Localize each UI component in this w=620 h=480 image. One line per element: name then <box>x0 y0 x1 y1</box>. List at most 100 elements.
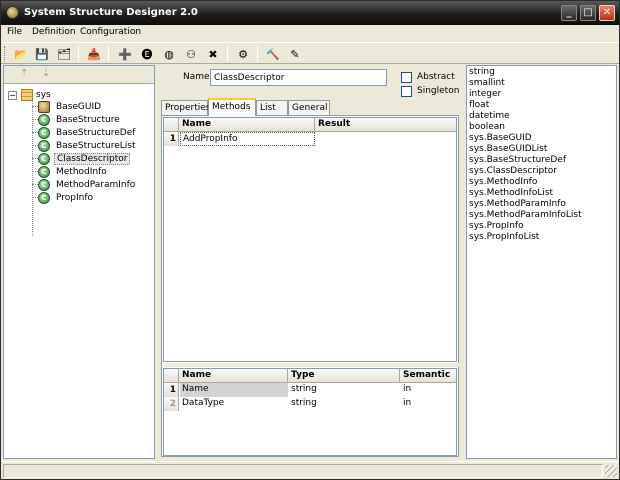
menu-definition[interactable]: Definition <box>32 27 76 37</box>
tree-node-methodparaminfo[interactable]: C MethodParamInfo <box>38 178 137 191</box>
list-item[interactable]: sys.ClassDescriptor <box>469 166 557 176</box>
tree-root-label: sys <box>36 90 51 100</box>
param-name-cell[interactable]: DataType <box>180 397 288 411</box>
list-item[interactable]: sys.MethodInfo <box>469 177 537 187</box>
menu-file[interactable]: File <box>7 27 22 37</box>
abstract-checkbox[interactable] <box>401 72 412 83</box>
namespace-icon <box>21 89 33 101</box>
collapse-icon[interactable]: − <box>8 90 17 100</box>
class-icon: C <box>38 165 50 178</box>
open-folder-icon[interactable]: 📂 <box>13 46 29 62</box>
param-semantic-cell[interactable]: in <box>401 383 456 397</box>
toolbar-separator <box>257 46 258 62</box>
method-result-cell[interactable] <box>316 132 456 146</box>
class-editor: Name Abstract Singleton Properties Metho… <box>159 65 464 459</box>
move-up-icon[interactable]: ⇡ <box>20 68 28 79</box>
add-enum-icon[interactable]: 🅔 <box>139 46 155 62</box>
param-type-cell[interactable]: string <box>289 383 400 397</box>
class-icon: C <box>38 191 50 204</box>
save-all-icon[interactable]: 🗂 <box>56 46 72 62</box>
close-button[interactable]: ✕ <box>599 5 615 21</box>
maximize-button[interactable]: □ <box>580 5 596 21</box>
table-row[interactable]: 1 Name string in <box>164 383 456 397</box>
tree-node-propinfo[interactable]: C PropInfo <box>38 191 95 204</box>
tree-node-classdescriptor[interactable]: C ClassDescriptor <box>38 152 131 165</box>
class-name-input[interactable] <box>210 69 387 86</box>
toolbar-grip[interactable] <box>4 46 7 62</box>
singleton-checkbox[interactable] <box>401 86 412 97</box>
table-row[interactable]: 2 DataType string in <box>164 397 456 411</box>
status-field <box>3 464 603 478</box>
column-header-result[interactable]: Result <box>315 118 456 132</box>
tree-node-baseguid[interactable]: BaseGUID <box>38 100 103 113</box>
list-item[interactable]: sys.PropInfoList <box>469 232 539 242</box>
clear-icon[interactable]: ✎ <box>287 46 303 62</box>
tree-guide-line <box>32 100 33 236</box>
param-semantic-cell[interactable]: in <box>401 397 456 411</box>
structure-tree-panel: ⇡ ⇣ − sys BaseGUID C BaseStructure C Bas… <box>3 65 155 459</box>
tab-methods[interactable]: Methods <box>208 98 256 116</box>
tree-node-basestructuredef[interactable]: C BaseStructureDef <box>38 126 137 139</box>
app-logo-icon <box>6 6 19 19</box>
list-item[interactable]: sys.MethodParamInfo <box>469 199 566 209</box>
list-item[interactable]: sys.MethodInfoList <box>469 188 553 198</box>
column-header-name[interactable]: Name <box>179 118 315 132</box>
tab-properties[interactable]: Properties <box>161 100 210 115</box>
import-icon[interactable]: 📥 <box>86 46 102 62</box>
add-interface-icon[interactable]: ◍ <box>161 46 177 62</box>
add-class-icon[interactable]: ➕ <box>117 46 133 62</box>
save-icon[interactable]: 💾 <box>34 46 50 62</box>
tab-list[interactable]: List <box>256 100 288 115</box>
tree-node-label: BaseStructureList <box>56 140 136 151</box>
table-row[interactable]: 1 AddPropInfo <box>164 132 456 146</box>
row-number: 1 <box>164 132 179 146</box>
minimize-button[interactable]: _ <box>561 5 577 21</box>
list-item[interactable]: datetime <box>469 111 510 121</box>
tree-toolbar: ⇡ ⇣ <box>4 66 154 84</box>
method-name-cell[interactable]: AddPropInfo <box>180 132 315 146</box>
tree-node-label: PropInfo <box>56 192 94 203</box>
structure-icon[interactable]: ⚇ <box>183 46 199 62</box>
param-type-cell[interactable]: string <box>289 397 400 411</box>
column-header-semantic[interactable]: Semantic <box>400 369 456 383</box>
generate-icon[interactable]: ⚙ <box>235 46 251 62</box>
param-name-cell[interactable]: Name <box>180 383 288 397</box>
tree-node-label: BaseStructureDef <box>56 127 136 138</box>
list-item[interactable]: sys.BaseStructureDef <box>469 155 566 165</box>
class-icon: C <box>38 152 50 165</box>
toolbar: 📂 💾 🗂 📥 ➕ 🅔 ◍ ⚇ ✖ ⚙ 🔨 ✎ <box>1 42 619 64</box>
class-icon: C <box>38 139 50 152</box>
move-down-icon[interactable]: ⇣ <box>42 68 50 79</box>
class-icon: C <box>38 126 50 139</box>
list-item[interactable]: integer <box>469 89 501 99</box>
toolbar-separator <box>78 46 79 62</box>
column-header-type[interactable]: Type <box>288 369 400 383</box>
row-number: 2 <box>164 397 179 411</box>
column-header-name[interactable]: Name <box>179 369 288 383</box>
list-item[interactable]: smallint <box>469 78 505 88</box>
grid-splitter[interactable] <box>164 363 462 367</box>
methods-grid-header: Name Result <box>164 118 456 132</box>
list-item[interactable]: sys.BaseGUID <box>469 133 532 143</box>
tree-node-label-selected: ClassDescriptor <box>54 152 131 165</box>
title-bar[interactable]: System Structure Designer 2.0 _ □ ✕ <box>1 1 619 25</box>
list-item[interactable]: string <box>469 67 495 77</box>
singleton-label: Singleton <box>417 86 460 96</box>
tree-node-basestructure[interactable]: C BaseStructure <box>38 113 122 126</box>
list-item[interactable]: float <box>469 100 489 110</box>
build-icon[interactable]: 🔨 <box>265 46 281 62</box>
list-item[interactable]: sys.BaseGUIDList <box>469 144 547 154</box>
tree-node-methodinfo[interactable]: C MethodInfo <box>38 165 109 178</box>
class-icon: C <box>38 113 50 126</box>
tab-general[interactable]: General <box>288 100 330 115</box>
tree-node-basestructurelist[interactable]: C BaseStructureList <box>38 139 138 152</box>
list-item[interactable]: sys.PropInfo <box>469 221 524 231</box>
resize-grip-icon[interactable] <box>605 465 617 477</box>
menu-configuration[interactable]: Configuration <box>80 27 141 37</box>
delete-icon[interactable]: ✖ <box>205 46 221 62</box>
tree-node-label: BaseStructure <box>56 114 120 125</box>
list-item[interactable]: sys.MethodParamInfoList <box>469 210 582 220</box>
list-item[interactable]: boolean <box>469 122 505 132</box>
methods-tab-panel: Name Result 1 AddPropInfo Name Type Sema… <box>161 115 462 457</box>
row-header-corner <box>164 369 179 383</box>
